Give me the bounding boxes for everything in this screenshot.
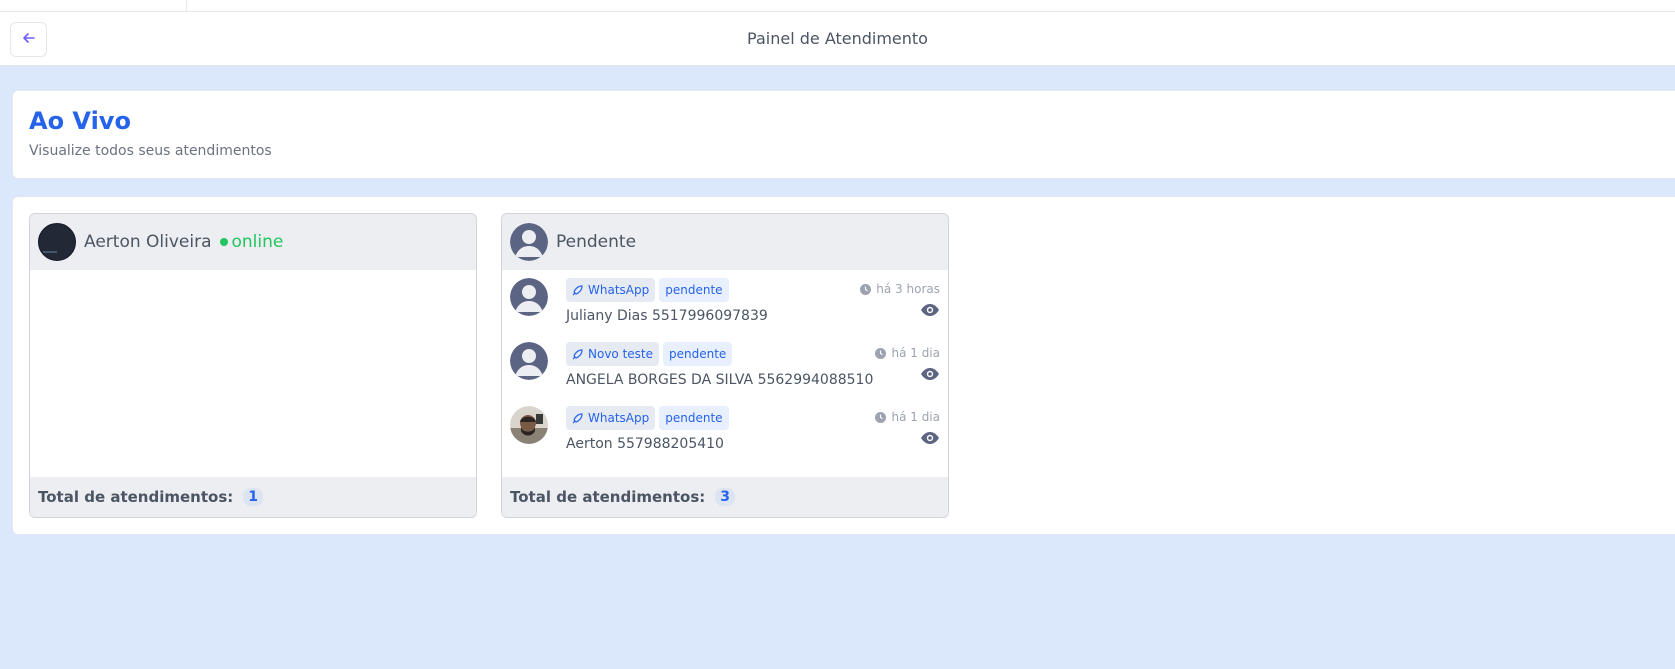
time-label: há 1 dia [891, 410, 940, 424]
user-avatar-icon [510, 223, 548, 261]
user-avatar-icon [510, 342, 548, 380]
channel-tag: WhatsApp [566, 406, 656, 430]
online-dot-icon [219, 238, 228, 246]
time-label: há 1 dia [891, 346, 940, 360]
eye-icon[interactable] [920, 431, 940, 445]
page-title: Ao Vivo [29, 107, 131, 135]
rocket-icon [572, 284, 583, 296]
ticket-time: há 3 horas [860, 282, 940, 296]
column-footer: Total de atendimentos: 1 [30, 477, 476, 517]
time-label: há 3 horas [876, 282, 940, 296]
column-header: Aerton Oliveira online [30, 214, 476, 270]
status-tag: pendente [659, 278, 729, 302]
status-label: online [231, 232, 284, 252]
total-count-badge: 1 [243, 488, 263, 506]
contact-label: Aerton 557988205410 [566, 436, 724, 452]
page-subtitle: Visualize todos seus atendimentos [29, 143, 272, 159]
column-footer: Total de atendimentos: 3 [502, 477, 948, 517]
attendant-column: Aerton Oliveira online Total de atendime… [29, 213, 477, 518]
channel-label: WhatsApp [588, 283, 650, 297]
content-card: Aerton Oliveira online Total de atendime… [12, 196, 1675, 535]
ticket-item[interactable]: WhatsApp pendente há 1 dia Aerton 557988… [510, 398, 940, 454]
ticket-tags: Novo teste pendente [566, 342, 733, 366]
pending-column: Pendente WhatsApp pendente há 3 horas Ju… [501, 213, 949, 518]
ticket-tags: WhatsApp pendente [566, 278, 729, 302]
toolbar-title: Painel de Atendimento [747, 29, 928, 48]
clock-icon [875, 411, 887, 423]
avatar [38, 223, 76, 261]
contact-label: ANGELA BORGES DA SILVA 5562994088510 [566, 372, 874, 388]
status-badge: online [219, 232, 284, 252]
toolbar: Painel de Atendimento [0, 12, 1675, 66]
top-strip-divider [186, 0, 187, 12]
ticket-item[interactable]: Novo teste pendente há 1 dia ANGELA BORG… [510, 334, 940, 390]
status-tag: pendente [659, 406, 729, 430]
total-label: Total de atendimentos: [510, 488, 706, 506]
ticket-item[interactable]: WhatsApp pendente há 3 horas Juliany Dia… [510, 270, 940, 326]
total-label: Total de atendimentos: [38, 488, 234, 506]
status-tag: pendente [663, 342, 733, 366]
channel-label: Novo teste [588, 347, 654, 361]
total-count-badge: 3 [715, 488, 735, 506]
attendant-name: Aerton Oliveira [84, 232, 212, 252]
contact-photo-avatar [510, 406, 548, 444]
ticket-time: há 1 dia [875, 410, 940, 424]
clock-icon [860, 283, 872, 295]
contact-label: Juliany Dias 5517996097839 [566, 308, 768, 324]
column-header: Pendente [502, 214, 948, 270]
ticket-time: há 1 dia [875, 346, 940, 360]
rocket-icon [572, 412, 583, 424]
column-title: Pendente [556, 232, 637, 252]
channel-label: WhatsApp [588, 411, 650, 425]
clock-icon [875, 347, 887, 359]
top-strip [0, 0, 1675, 12]
channel-tag: WhatsApp [566, 278, 656, 302]
user-avatar-icon [510, 278, 548, 316]
eye-icon[interactable] [920, 367, 940, 381]
channel-tag: Novo teste [566, 342, 660, 366]
ticket-tags: WhatsApp pendente [566, 406, 729, 430]
rocket-icon [572, 348, 583, 360]
eye-icon[interactable] [920, 303, 940, 317]
header-card: Ao Vivo Visualize todos seus atendimento… [12, 90, 1675, 179]
